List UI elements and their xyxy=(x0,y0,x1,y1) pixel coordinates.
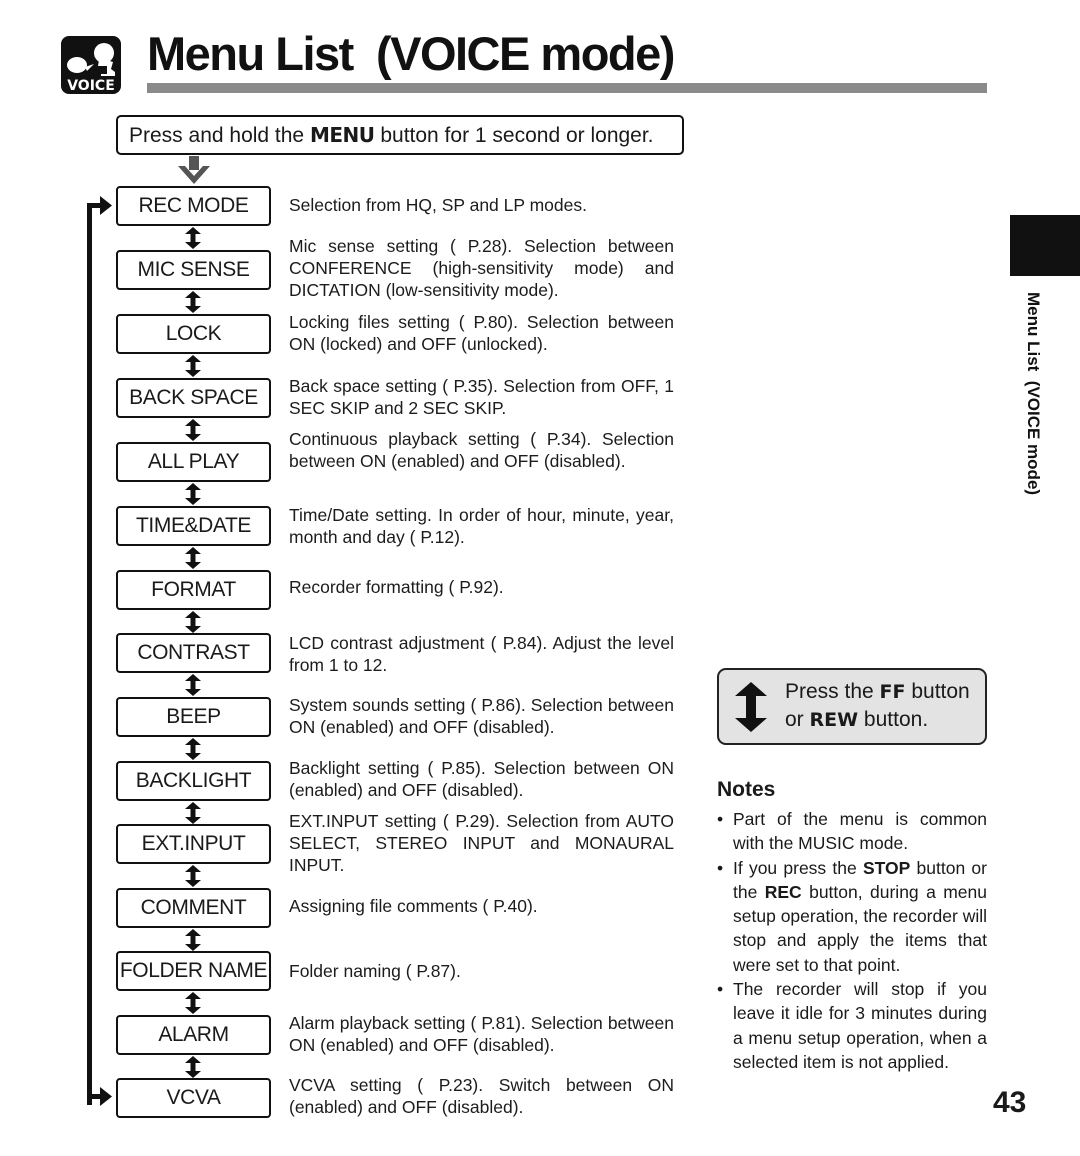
menu-item-description: Backlight setting ( P.85). Selection bet… xyxy=(289,758,674,800)
rew-button-label: REW xyxy=(809,709,859,731)
menu-item-rec-mode[interactable]: REC MODE xyxy=(116,186,271,226)
bullet-icon: • xyxy=(717,809,724,829)
up-down-arrow-icon xyxy=(185,802,201,824)
menu-item-beep[interactable]: BEEP xyxy=(116,697,271,737)
note-item: • If you press the STOP button or the REC… xyxy=(717,856,987,977)
menu-item-description: VCVA setting ( P.23). Switch between ON … xyxy=(289,1075,674,1117)
menu-item-description: Selection from HQ, SP and LP modes. xyxy=(289,195,587,215)
page-number: 43 xyxy=(993,1086,1027,1119)
up-down-arrow-icon xyxy=(185,547,201,569)
menu-item-ext-input[interactable]: EXT.INPUT xyxy=(116,824,271,864)
menu-item-time-date[interactable]: TIME&DATE xyxy=(116,506,271,546)
up-down-arrow-icon xyxy=(185,738,201,760)
instruction-text-after: button for 1 second or longer. xyxy=(374,124,654,147)
button-name: REC xyxy=(764,881,802,902)
menu-item-back-space[interactable]: BACK SPACE xyxy=(116,378,271,418)
menu-item-vcva[interactable]: VCVA xyxy=(116,1078,271,1118)
up-down-arrow-icon xyxy=(185,227,201,249)
menu-item-description: Time/Date setting. In order of hour, min… xyxy=(289,505,674,547)
loop-arrow-line xyxy=(87,196,112,1106)
section-tab xyxy=(1010,215,1080,276)
menu-item-all-play[interactable]: ALL PLAY xyxy=(116,442,271,482)
note-item: • The recorder will stop if you leave it … xyxy=(717,977,987,1074)
menu-item-description: Mic sense setting ( P.28). Selection bet… xyxy=(289,236,674,300)
menu-item-description: Folder naming ( P.87). xyxy=(289,961,461,981)
section-tab-label: Menu List (VOICE mode) xyxy=(1024,292,1043,496)
up-down-arrow-icon xyxy=(185,865,201,887)
ff-button-label: FF xyxy=(879,681,906,703)
note-text: The recorder will stop if you leave it i… xyxy=(733,979,987,1072)
menu-item-comment[interactable]: COMMENT xyxy=(116,888,271,928)
menu-button-label: MENU xyxy=(309,123,375,147)
up-down-arrow-icon xyxy=(185,291,201,313)
bullet-icon: • xyxy=(717,857,724,878)
menu-item-description: Alarm playback setting ( P.81). Selectio… xyxy=(289,1013,674,1055)
menu-item-description: Back space setting ( P.35). Selection fr… xyxy=(289,376,674,418)
down-arrow-icon xyxy=(178,156,210,184)
up-down-arrow-icon xyxy=(185,483,201,505)
menu-item-backlight[interactable]: BACKLIGHT xyxy=(116,761,271,801)
up-down-arrow-icon xyxy=(185,419,201,441)
note-item: • Part of the menu is common with the MUS… xyxy=(717,807,987,856)
up-down-arrow-icon xyxy=(185,674,201,696)
hint-text: Press the xyxy=(785,680,880,703)
menu-item-contrast[interactable]: CONTRAST xyxy=(116,633,271,673)
hint-text: or xyxy=(785,708,810,731)
menu-item-folder-name[interactable]: FOLDER NAME xyxy=(116,951,271,991)
instruction-box: Press and hold the MENU button for 1 sec… xyxy=(116,115,684,155)
menu-item-description: System sounds setting ( P.86). Selection… xyxy=(289,695,674,737)
page-title: Menu List (VOICE mode) xyxy=(147,27,675,80)
notes-heading: Notes xyxy=(717,778,776,801)
up-down-arrow-icon xyxy=(185,992,201,1014)
hint-text: button xyxy=(905,680,970,703)
button-name: STOP xyxy=(862,857,911,878)
menu-item-alarm[interactable]: ALARM xyxy=(116,1015,271,1055)
up-down-arrow-icon xyxy=(185,929,201,951)
title-rule xyxy=(147,83,987,93)
note-text: Part of the menu is common with the MUSI… xyxy=(733,809,987,854)
up-down-arrow-icon xyxy=(185,1056,201,1078)
menu-item-description: Recorder formatting ( P.92). xyxy=(289,577,504,597)
menu-item-description: EXT.INPUT setting ( P.29). Selection fro… xyxy=(289,811,674,875)
navigation-hint-text: Press the FF button or REW button. xyxy=(785,678,970,734)
up-down-arrow-icon xyxy=(185,355,201,377)
menu-item-lock[interactable]: LOCK xyxy=(116,314,271,354)
navigation-hint-box: Press the FF button or REW button. xyxy=(717,668,987,745)
voice-icon-label: VOICE xyxy=(67,78,115,94)
up-down-arrow-icon xyxy=(185,611,201,633)
notes-list: • Part of the menu is common with the MUS… xyxy=(717,807,987,1074)
hint-text: button. xyxy=(858,708,929,731)
voice-mode-icon: VOICE xyxy=(61,36,121,94)
up-down-arrow-icon xyxy=(735,682,767,732)
menu-item-format[interactable]: FORMAT xyxy=(116,570,271,610)
note-text: If you press the xyxy=(733,857,863,878)
menu-item-description: Assigning file comments ( P.40). xyxy=(289,896,538,916)
menu-item-mic-sense[interactable]: MIC SENSE xyxy=(116,250,271,290)
bullet-icon: • xyxy=(717,979,724,1000)
instruction-text-before: Press and hold the xyxy=(129,124,310,147)
menu-item-description: Continuous playback setting ( P.34). Sel… xyxy=(289,429,674,471)
menu-item-description: Locking files setting ( P.80). Selection… xyxy=(289,312,674,354)
menu-item-description: LCD contrast adjustment ( P.84). Adjust … xyxy=(289,633,674,675)
